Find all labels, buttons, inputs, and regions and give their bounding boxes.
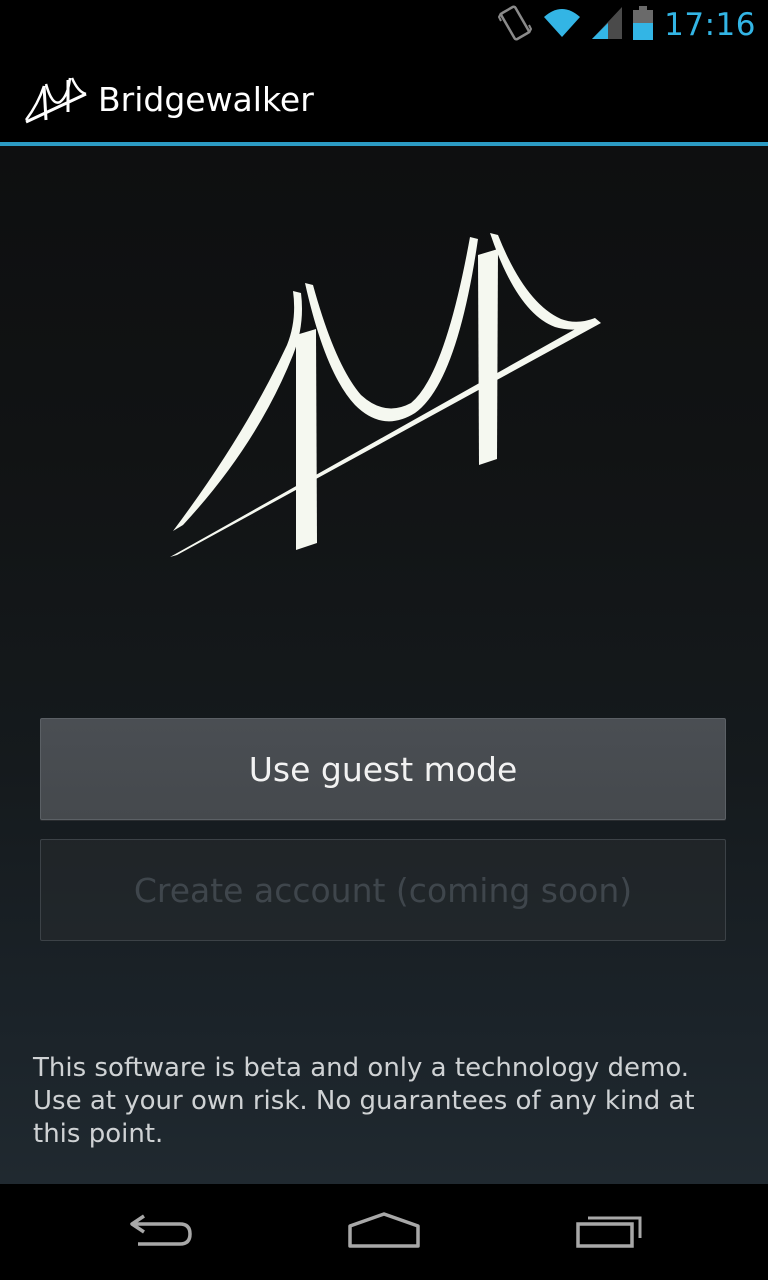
back-button[interactable]	[116, 1198, 206, 1266]
bridge-logo-icon[interactable]	[24, 72, 88, 126]
home-button[interactable]	[339, 1198, 429, 1266]
battery-icon	[632, 6, 654, 44]
use-guest-mode-label: Use guest mode	[248, 749, 518, 789]
app-title: Bridgewalker	[98, 80, 314, 119]
action-bar-divider	[0, 142, 768, 146]
action-bar: Bridgewalker	[0, 50, 768, 144]
status-icons: 17:16	[498, 0, 756, 50]
wifi-icon	[542, 7, 582, 43]
cell-signal-icon	[592, 7, 623, 43]
screen: 17:16 Bridgewalker Use guest mode Create…	[0, 0, 768, 1280]
back-icon	[126, 1210, 196, 1254]
status-time: 17:16	[664, 7, 756, 43]
create-account-button[interactable]: Create account (coming soon)	[40, 839, 726, 941]
status-bar: 17:16	[0, 0, 768, 50]
bridge-logo	[165, 225, 605, 565]
nav-bar	[0, 1184, 768, 1280]
disclaimer-text: This software is beta and only a technol…	[33, 1053, 695, 1149]
create-account-label: Create account (coming soon)	[133, 870, 633, 910]
home-icon	[346, 1210, 422, 1254]
recents-button[interactable]	[565, 1198, 655, 1266]
recents-icon	[574, 1210, 646, 1254]
vibrate-icon	[498, 3, 533, 47]
use-guest-mode-button[interactable]: Use guest mode	[40, 718, 726, 820]
